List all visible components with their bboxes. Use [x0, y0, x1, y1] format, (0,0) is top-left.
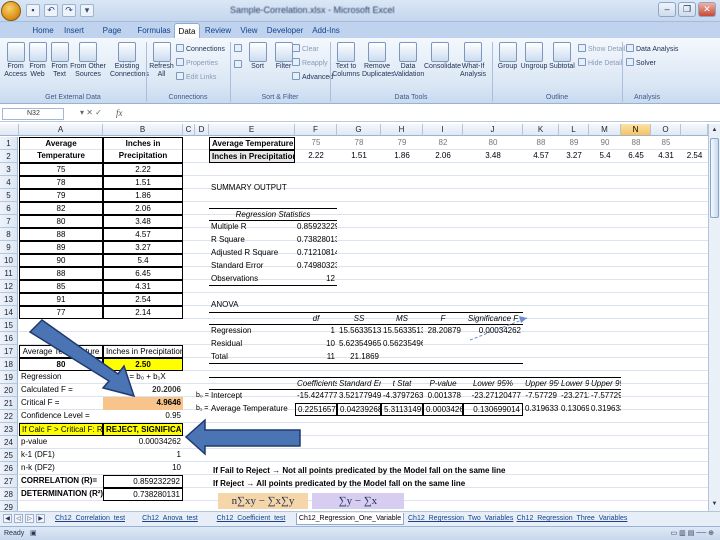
sheet-tab[interactable]: Ch12_Correlation_test	[50, 513, 130, 525]
sheet-tab[interactable]: Ch12_Coefficient_test	[210, 513, 292, 525]
next-sheet-icon[interactable]: ▷	[25, 514, 34, 523]
excel-window: ▪ ↶ ↷ ▾ Sample-Correlation.xlsx - Micros…	[0, 0, 720, 540]
sheet-tab[interactable]: Ch12_Anova_test	[134, 513, 206, 525]
scroll-down-icon[interactable]: ▼	[710, 499, 719, 510]
first-sheet-icon[interactable]: ◀	[3, 514, 12, 523]
prev-sheet-icon[interactable]: ◁	[14, 514, 23, 523]
zoom-controls[interactable]: ▭ ▥ ▤ ── ⊕	[671, 527, 714, 540]
dashed-arrow-head	[519, 316, 527, 323]
sheet-tab[interactable]: Ch12_Regression_Three_Variables	[516, 513, 628, 525]
status-bar: Ready ▣ ▭ ▥ ▤ ── ⊕	[0, 526, 720, 540]
scroll-up-icon[interactable]: ▲	[710, 125, 719, 136]
last-sheet-icon[interactable]: ▶	[36, 514, 45, 523]
sheet-tab[interactable]: Ch12_Regression_Two_Variables	[408, 513, 513, 525]
sheet-tabs-bar: ◀ ◁ ▷ ▶ Ch12_Correlation_test Ch12_Anova…	[0, 511, 720, 526]
macro-record-icon[interactable]: ▣	[30, 527, 37, 540]
dashed-arrow-line	[469, 317, 528, 341]
sheet-tab-active[interactable]: Ch12_Regression_One_Variable	[296, 513, 404, 525]
status-ready: Ready	[4, 530, 25, 537]
blue-arrow-to-reject	[184, 418, 301, 456]
scroll-thumb[interactable]	[710, 138, 719, 218]
vertical-scrollbar[interactable]: ▲ ▼	[708, 124, 720, 511]
annotation-arrows	[28, 316, 528, 456]
blue-arrow-to-critical-f	[28, 319, 136, 398]
